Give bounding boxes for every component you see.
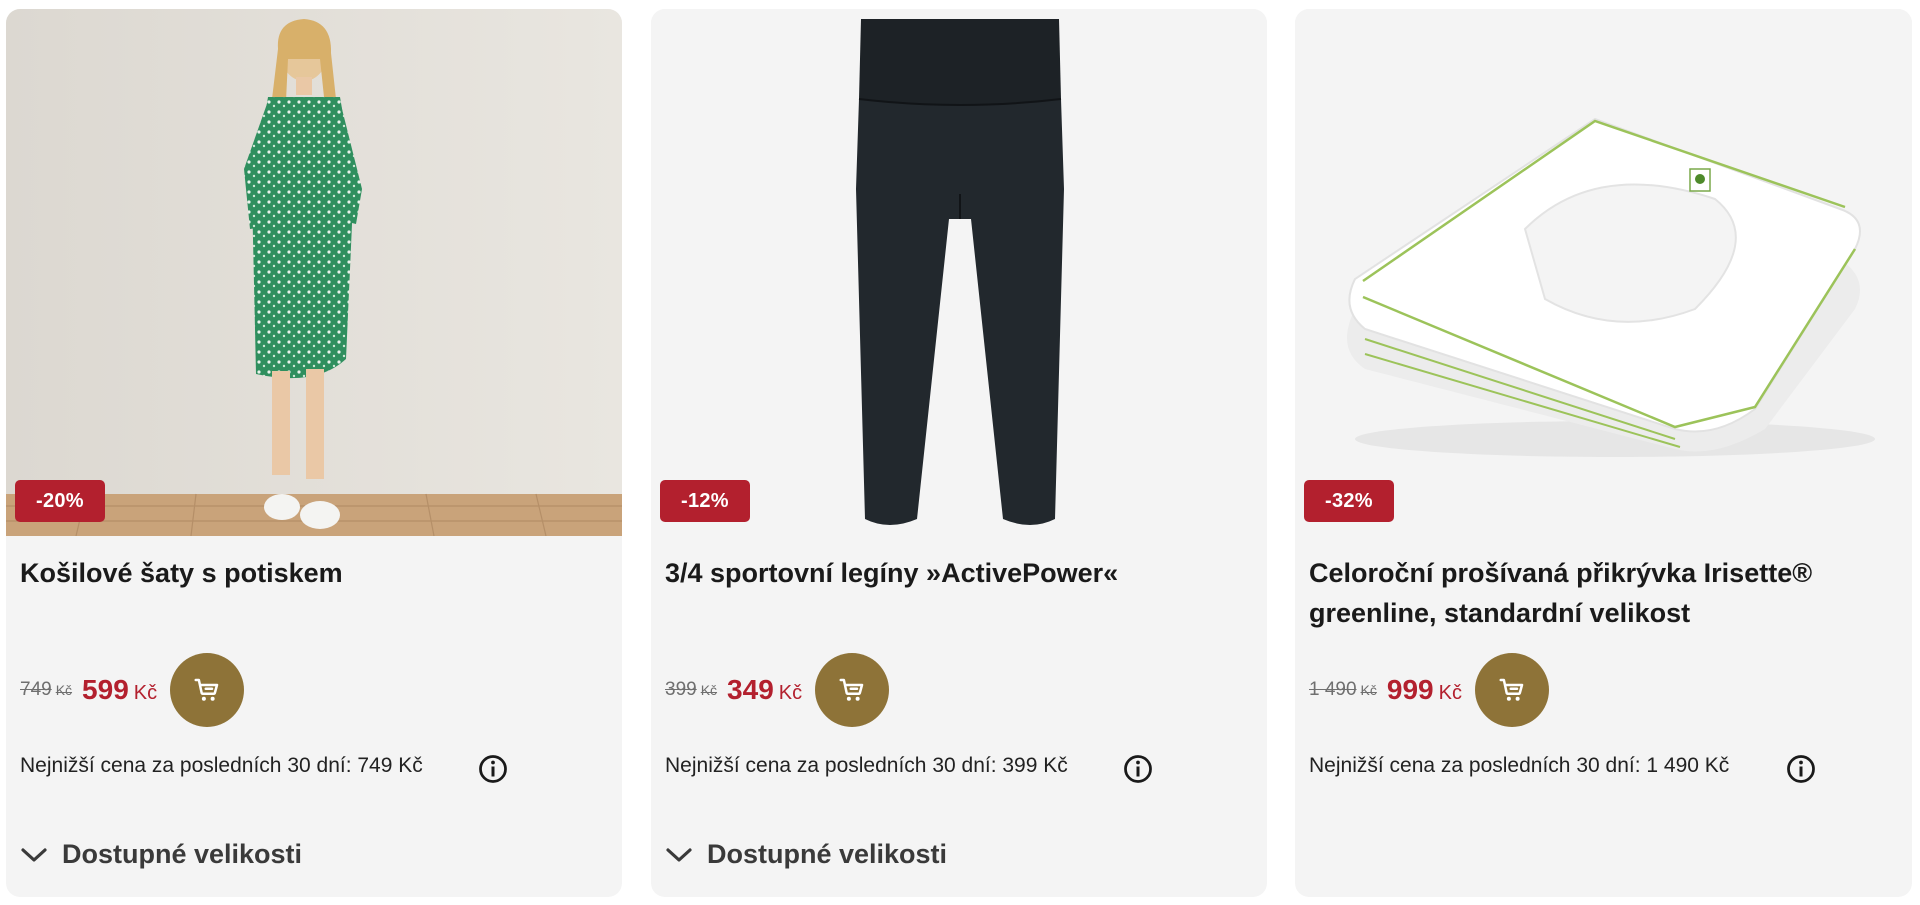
product-grid: -20% Košilové šaty s potiskem 749 Kč 599 K…: [0, 0, 1920, 905]
available-sizes-label: Dostupné velikosti: [707, 839, 948, 869]
product-card[interactable]: -32% Celoroční prošívaná přikrývka Irise…: [1295, 9, 1912, 897]
discount-badge: -32%: [1304, 480, 1394, 522]
old-price: 749 Kč: [20, 679, 73, 700]
product-card[interactable]: -12% 3/4 sportovní legíny »ActivePower« …: [651, 9, 1267, 897]
duvet-photo: [1295, 9, 1912, 536]
add-to-cart-button[interactable]: [1474, 653, 1549, 727]
product-image-duvet[interactable]: -32%: [1295, 9, 1912, 536]
price-row: 399 Kč 349 Kč: [665, 652, 890, 728]
old-price: 399 Kč: [665, 679, 718, 700]
lowest-price-info: Nejnižší cena za posledních 30 dní: 1 49…: [1309, 754, 1730, 777]
chevron-down-icon: [666, 847, 692, 862]
info-icon[interactable]: [1786, 754, 1816, 784]
discount-badge: -20%: [15, 480, 105, 522]
lowest-price-info: Nejnižší cena za posledních 30 dní: 399 …: [665, 754, 1068, 777]
add-to-cart-button[interactable]: [170, 653, 245, 727]
old-price: 1 490 Kč: [1309, 679, 1377, 700]
available-sizes-toggle[interactable]: Dostupné velikosti: [665, 839, 947, 870]
shopping-cart-icon: [194, 678, 219, 701]
shopping-cart-icon: [839, 678, 864, 701]
chevron-down-icon: [21, 847, 47, 862]
leggings-photo: [651, 9, 1267, 536]
sale-price: 599 Kč: [82, 674, 158, 705]
product-title[interactable]: 3/4 sportovní legíny »ActivePower«: [665, 553, 1243, 593]
sale-price: 349 Kč: [727, 674, 803, 705]
lowest-price-info: Nejnižší cena za posledních 30 dní: 749 …: [20, 754, 423, 777]
add-to-cart-button[interactable]: [815, 653, 890, 727]
sale-price: 999 Kč: [1386, 674, 1462, 705]
dress-photo: [6, 9, 622, 536]
info-icon[interactable]: [478, 754, 508, 784]
product-image-leggings[interactable]: -12%: [651, 9, 1267, 536]
product-card[interactable]: -20% Košilové šaty s potiskem 749 Kč 599 K…: [6, 9, 622, 897]
discount-badge: -12%: [660, 480, 750, 522]
info-icon[interactable]: [1123, 754, 1153, 784]
product-image-dress[interactable]: -20%: [6, 9, 622, 536]
product-title[interactable]: Košilové šaty s potiskem: [20, 553, 598, 593]
available-sizes-label: Dostupné velikosti: [62, 839, 303, 869]
price-row: 749 Kč 599 Kč: [20, 652, 245, 728]
available-sizes-toggle[interactable]: Dostupné velikosti: [20, 839, 302, 870]
shopping-cart-icon: [1499, 678, 1524, 701]
product-title[interactable]: Celoroční prošívaná přikrývka Irisette® …: [1309, 553, 1888, 633]
price-row: 1 490 Kč 999 Kč: [1309, 652, 1549, 728]
